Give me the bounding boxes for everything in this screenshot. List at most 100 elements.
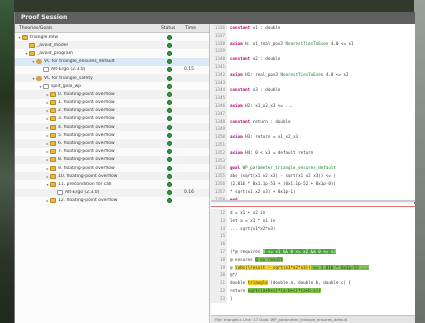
- tree-row[interactable]: ▸ 1. floating-point overflow: [15, 99, 209, 107]
- code-token: \abs(\result - sqrt(x1*x2*x3)): [235, 264, 311, 270]
- line-text: @*/: [227, 271, 238, 279]
- proved-check-icon: [166, 67, 172, 73]
- code-token: goal: [230, 165, 241, 171]
- proved-check-icon: [166, 75, 172, 81]
- tree-row[interactable]: ▸ 6. floating-point overflow: [15, 139, 209, 148]
- tree-body: ▾ triangle.mlw _avoid_model ▾ _avoid_program…: [15, 33, 209, 205]
- tree-column-status[interactable]: Status: [157, 24, 181, 32]
- line-text: }: [227, 295, 233, 303]
- code-token: d = x1 + x2 in: [230, 210, 266, 215]
- tree-row-label: 2. floating-point overflow: [58, 108, 115, 114]
- code-line: 1351: [211, 140, 415, 149]
- line-number: 1349: [211, 125, 227, 134]
- line-number: 1342: [211, 70, 227, 79]
- code-token: <= 2.016 * 0x1p-53 ...: [310, 264, 369, 270]
- tree-row-status: [157, 100, 181, 106]
- code-line: 12 d = x1 + x2 in: [211, 209, 415, 217]
- tree-row[interactable]: ▾ 11. precondition for call: [15, 180, 209, 188]
- code-line: 1344 constant x3 : double: [211, 86, 415, 95]
- tree-row-name: ▾ _avoid_program: [15, 50, 157, 56]
- line-text: constant x1 : double: [227, 24, 280, 32]
- code-line: 1346 axiom H2: x1_x2_x3 <= ...: [211, 101, 415, 110]
- tree-row[interactable]: ▸ 4. floating-point overflow: [15, 123, 209, 132]
- code-token: axiom: [230, 134, 243, 140]
- code-line: 1337: [211, 31, 415, 40]
- tree-row-label: 9. floating-point overflow: [58, 165, 115, 171]
- code-line: 1354 goal WP_parameter_triangle_ensures_d…: [211, 164, 415, 173]
- line-text: (2.016 * 0x1.1p-53 + (0x1.1p-52 + 0x1p-0…: [227, 180, 336, 188]
- line-text: [227, 63, 230, 71]
- folder-icon: [29, 50, 35, 56]
- folder-icon: [29, 42, 35, 48]
- code-token: WP_parameter_triangle_ensures_default: [240, 165, 336, 171]
- tree-row-status: [157, 198, 181, 204]
- proved-check-icon: [166, 59, 172, 65]
- tree-row[interactable]: ▸ 2. floating-point overflow: [15, 106, 209, 115]
- line-text: axiom H3: return = x1_x2_x3: [227, 133, 298, 141]
- proved-check-icon: [166, 165, 172, 171]
- tree-row[interactable]: ▾ _avoid_program: [15, 49, 209, 57]
- tree-row[interactable]: ▸ 12. floating-point overflow: [15, 197, 209, 205]
- tree-row[interactable]: _avoid_model: [15, 41, 209, 50]
- tree-row-label: _avoid_model: [37, 42, 68, 48]
- proved-check-icon: [166, 124, 172, 130]
- code-line: 1352 axiom H4: 0 < x3 = default return: [211, 148, 415, 157]
- tree-row-status: [157, 34, 181, 40]
- code-token: x3 : double: [250, 87, 281, 93]
- line-number: 1351: [211, 140, 227, 149]
- proved-check-icon: [166, 50, 172, 56]
- tree-row[interactable]: ▸ 3. floating-point overflow: [15, 115, 209, 123]
- tree-row-name: ▸ 1. floating-point overflow: [15, 100, 157, 106]
- line-number: 21: [211, 279, 227, 287]
- source-code-view[interactable]: 12 d = x1 + x2 in 13 let a = x1 * x1 in 14…: [211, 204, 415, 323]
- tree-row[interactable]: ▸ 9. floating-point overflow: [15, 164, 209, 172]
- tree-row-label: 1. floating-point overflow: [58, 100, 115, 106]
- tree-row[interactable]: Alt-Ergo (2.3.0) 0.15: [15, 66, 209, 74]
- tree-column-time[interactable]: Time: [181, 24, 209, 32]
- code-token: triangle: [247, 280, 268, 286]
- tree-row-label: VC for triangle_safety: [44, 75, 93, 81]
- tree-row[interactable]: ▸ 8. floating-point overflow: [15, 155, 209, 164]
- code-line: 1353: [211, 156, 415, 165]
- code-line: 18 @ ensures 0 <= result: [211, 255, 415, 264]
- tree-row-label: 6. floating-point overflow: [58, 141, 115, 147]
- tree-row-name: ▸ 12. floating-point overflow: [15, 198, 157, 204]
- code-token: NearestTiesToEven: [285, 40, 329, 46]
- tree-row[interactable]: Alt-Ergo (2.3.0) 0.16: [15, 188, 209, 197]
- code-line: 15: [211, 232, 415, 241]
- tree-row-status: [157, 141, 181, 147]
- tree-column-name[interactable]: Theories/Goals: [15, 24, 157, 32]
- tree-row[interactable]: ▾ VC for triangle_safety: [15, 73, 209, 83]
- background-left-edge: [0, 0, 14, 323]
- tree-row-time: 0.15: [184, 67, 195, 73]
- folder-icon: [50, 91, 56, 97]
- tree-row-name: _avoid_model: [15, 42, 157, 48]
- tree-row-label: _avoid_program: [37, 50, 73, 56]
- tree-row[interactable]: ▸ 10. floating-point overflow: [15, 172, 209, 181]
- tree-row-status: [157, 75, 181, 81]
- code-line: 1348 constant return : double: [211, 117, 415, 126]
- folder-icon: [50, 141, 56, 147]
- tree-row[interactable]: ▾ VC for triangle_ensures_default: [15, 57, 209, 66]
- tree-row[interactable]: ▸ 0. floating-point overflow: [15, 90, 209, 99]
- code-line: 1349: [211, 125, 415, 134]
- tree-row[interactable]: ▸ 7. floating-point overflow: [15, 148, 209, 156]
- tree-row[interactable]: ▾ split_goal_wp: [15, 82, 209, 90]
- proved-check-icon: [166, 132, 172, 138]
- tree-row-name: ▾ 11. precondition for call: [15, 181, 157, 187]
- folder-icon: [50, 198, 56, 204]
- status-bar: File: triangle.c Line: 17 Goal: WP_param…: [211, 315, 415, 323]
- tree-row[interactable]: ▾ triangle.mlw: [15, 33, 209, 41]
- line-text: [227, 79, 230, 87]
- code-line: 1340 constant x2 : double: [211, 55, 415, 63]
- code-line: 13 let a = x1 * x1 in: [211, 216, 415, 225]
- line-text: [227, 47, 230, 55]
- folder-icon: [50, 116, 56, 122]
- line-number: 1338: [211, 39, 227, 48]
- tree-row[interactable]: ▸ 5. floating-point overflow: [15, 131, 209, 139]
- code-token: constant: [230, 56, 251, 62]
- source-task-view[interactable]: 1336 constant x1 : double 1337 1338 axiom H:…: [211, 24, 415, 202]
- tree-row-label: VC for triangle_ensures_default: [44, 59, 115, 65]
- file-icon: [43, 67, 49, 73]
- code-line: 1355 abs (sqrt(x1 x2 x3) - sqrt(x1 x2 x3…: [211, 172, 415, 180]
